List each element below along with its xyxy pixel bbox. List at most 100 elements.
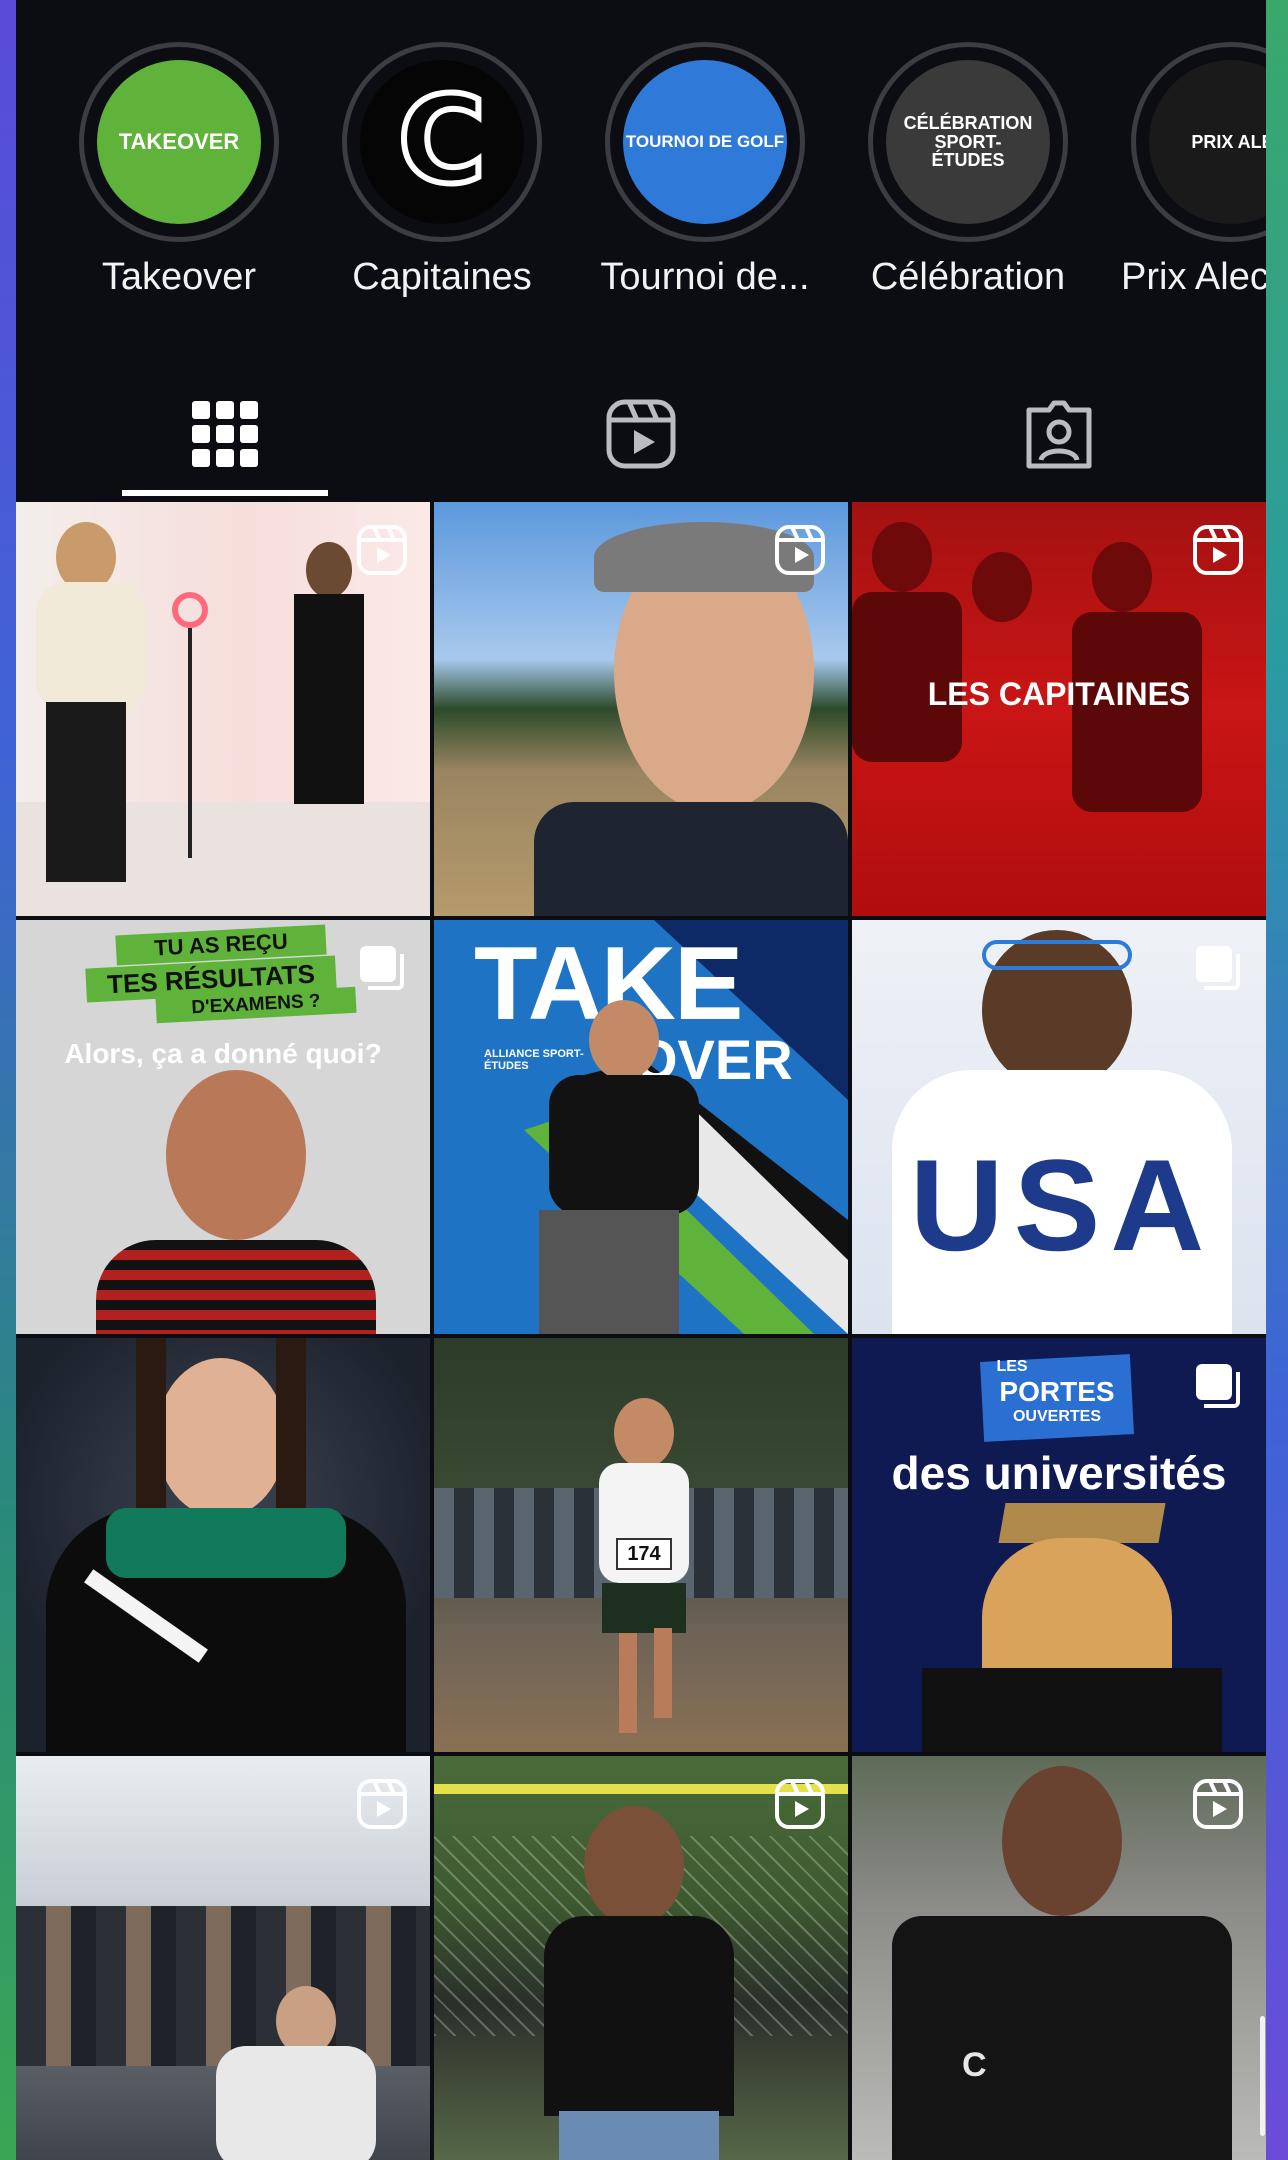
- carousel-icon: [1192, 942, 1244, 994]
- highlight-cover-text: TAKEOVER: [118, 129, 240, 155]
- reel-icon: [774, 1778, 826, 1830]
- person-jeans: [559, 2111, 719, 2160]
- person-body: [1072, 612, 1202, 812]
- person-body: [216, 2046, 376, 2160]
- person-face: [156, 1358, 286, 1518]
- person-head: [972, 552, 1032, 622]
- profile-screen: TAKEOVER Takeover C Capitaines TOURNOI D…: [16, 0, 1266, 2160]
- highlight-cover: PRIX ALEC-RI: [1149, 60, 1266, 224]
- gown: [922, 1668, 1222, 1752]
- ring-light: [172, 592, 208, 628]
- shirt-logo: C: [962, 2046, 987, 2084]
- post-tile-2[interactable]: [434, 502, 848, 916]
- highlight-ring: TAKEOVER: [79, 42, 279, 242]
- highlight-celebration[interactable]: CÉLÉBRATION SPORT-ÉTUDES Célébration: [838, 42, 1098, 299]
- scrollbar-thumb[interactable]: [1260, 2016, 1265, 2136]
- story-highlights-row[interactable]: TAKEOVER Takeover C Capitaines TOURNOI D…: [16, 0, 1266, 340]
- tab-reels[interactable]: [538, 372, 744, 496]
- highlight-ring: TOURNOI DE GOLF: [605, 42, 805, 242]
- person-head: [306, 542, 352, 598]
- person-face: [166, 1070, 306, 1240]
- audience: [16, 1906, 430, 2066]
- runner-shorts: [602, 1583, 686, 1633]
- person-head: [872, 522, 932, 592]
- olympic-glasses: [982, 940, 1132, 970]
- reel-icon: [1192, 1778, 1244, 1830]
- highlight-capitaines[interactable]: C Capitaines: [312, 42, 572, 299]
- highlight-cover: C: [360, 60, 524, 224]
- highlight-label: Prix Alec-: [1121, 256, 1266, 298]
- highlight-label: Capitaines: [352, 256, 532, 298]
- post-tile-11[interactable]: [434, 1756, 848, 2160]
- post-tile-12[interactable]: C: [852, 1756, 1266, 2160]
- jacket-text: USA: [909, 1132, 1215, 1278]
- post-tile-9[interactable]: LES PORTES OUVERTES des universités: [852, 1338, 1266, 1752]
- post-caption: des universités: [891, 1447, 1227, 1499]
- held-shirt: [892, 1916, 1232, 2160]
- highlight-prix-alec[interactable]: PRIX ALEC-RI Prix Alec-: [1101, 42, 1266, 299]
- person-face: [584, 1806, 684, 1926]
- tab-grid[interactable]: [122, 372, 328, 496]
- post-caption: LES CAPITAINES: [927, 676, 1191, 712]
- highlight-cover-text: CÉLÉBRATION SPORT-ÉTUDES: [903, 112, 1033, 171]
- highlight-cover-text: TOURNOI DE GOLF: [625, 132, 785, 152]
- post-tile-7[interactable]: [16, 1338, 430, 1752]
- post-tile-4[interactable]: TU AS REÇU TES RÉSULTATS D'EXAMENS ? Alo…: [16, 920, 430, 1334]
- highlight-label: Tournoi de...: [600, 256, 810, 298]
- active-tab-indicator: [122, 490, 328, 496]
- reel-icon: [356, 524, 408, 576]
- person-legs: [539, 1210, 679, 1334]
- highlight-cover-text: C: [395, 72, 489, 211]
- person-legs: [46, 702, 126, 882]
- highlight-ring: CÉLÉBRATION SPORT-ÉTUDES: [868, 42, 1068, 242]
- highlight-ring: PRIX ALEC-RI: [1131, 42, 1266, 242]
- person-body: [294, 594, 364, 804]
- person-shirt: [96, 1240, 376, 1334]
- right-gradient-border: [1266, 0, 1288, 2160]
- race-bib: 174: [616, 1538, 672, 1570]
- carousel-icon: [1192, 1360, 1244, 1412]
- post-tile-10[interactable]: [16, 1756, 430, 2160]
- post-tile-1[interactable]: [16, 502, 430, 916]
- highlight-ring: C: [342, 42, 542, 242]
- highlight-cover-text: PRIX ALEC-RI: [1191, 131, 1266, 152]
- caption-small: LES: [996, 1358, 1028, 1375]
- logo-text: ALLIANCE SPORT-ÉTUDES: [484, 1048, 584, 1072]
- reels-icon: [606, 399, 676, 469]
- tagged-icon: [1026, 400, 1092, 469]
- caption-small: PORTES: [999, 1376, 1115, 1407]
- person-head: [589, 1000, 659, 1080]
- hood: [106, 1508, 346, 1578]
- grid-icon: [192, 401, 258, 467]
- reel-icon: [774, 524, 826, 576]
- person-head: [614, 1398, 674, 1468]
- runner-leg: [654, 1628, 672, 1718]
- highlight-cover: TOURNOI DE GOLF: [623, 60, 787, 224]
- person-body: [36, 582, 146, 712]
- post-tile-3[interactable]: LES CAPITAINES: [852, 502, 1266, 916]
- post-subcaption: Alors, ça a donné quoi?: [64, 1038, 382, 1069]
- highlight-cover: TAKEOVER: [97, 60, 261, 224]
- person-body: [549, 1075, 699, 1215]
- tripod: [188, 628, 192, 858]
- runner-leg: [619, 1633, 637, 1733]
- highlight-tournoi-de-golf[interactable]: TOURNOI DE GOLF Tournoi de...: [575, 42, 835, 299]
- carousel-icon: [356, 942, 408, 994]
- profile-tabs: [16, 372, 1266, 502]
- post-tile-8[interactable]: 174: [434, 1338, 848, 1752]
- grad-cap: [998, 1503, 1166, 1543]
- person-shirt: [534, 802, 848, 916]
- highlight-takeover[interactable]: TAKEOVER Takeover: [49, 42, 309, 299]
- person-face: [1002, 1766, 1122, 1916]
- person-shirt: [544, 1916, 734, 2116]
- tab-tagged[interactable]: [956, 372, 1162, 496]
- left-gradient-border: [0, 0, 16, 2160]
- highlight-label: Célébration: [870, 256, 1066, 298]
- post-tile-5[interactable]: TAKE OVER ALLIANCE SPORT-ÉTUDES: [434, 920, 848, 1334]
- highlight-label: Takeover: [101, 256, 257, 298]
- reel-icon: [356, 1778, 408, 1830]
- reel-icon: [1192, 524, 1244, 576]
- post-tile-6[interactable]: USA: [852, 920, 1266, 1334]
- caption-small: OUVERTES: [1012, 1408, 1101, 1425]
- highlight-cover: CÉLÉBRATION SPORT-ÉTUDES: [886, 60, 1050, 224]
